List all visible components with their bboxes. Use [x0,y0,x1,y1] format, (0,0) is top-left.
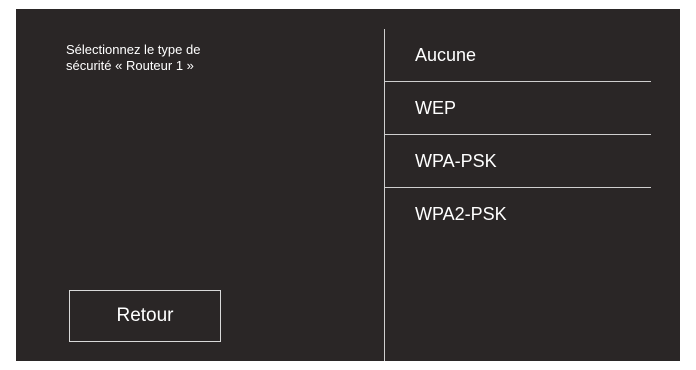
back-button[interactable]: Retour [69,290,221,342]
security-option-none[interactable]: Aucune [385,29,651,82]
security-option-wep[interactable]: WEP [385,82,651,135]
security-type-prompt: Sélectionnez le type de sécurité « Route… [66,42,201,73]
security-option-wpa2-psk[interactable]: WPA2-PSK [385,188,651,241]
security-option-wpa-psk[interactable]: WPA-PSK [385,135,651,188]
security-type-screen: Sélectionnez le type de sécurité « Route… [16,9,680,361]
security-type-list: Aucune WEP WPA-PSK WPA2-PSK [385,29,651,241]
